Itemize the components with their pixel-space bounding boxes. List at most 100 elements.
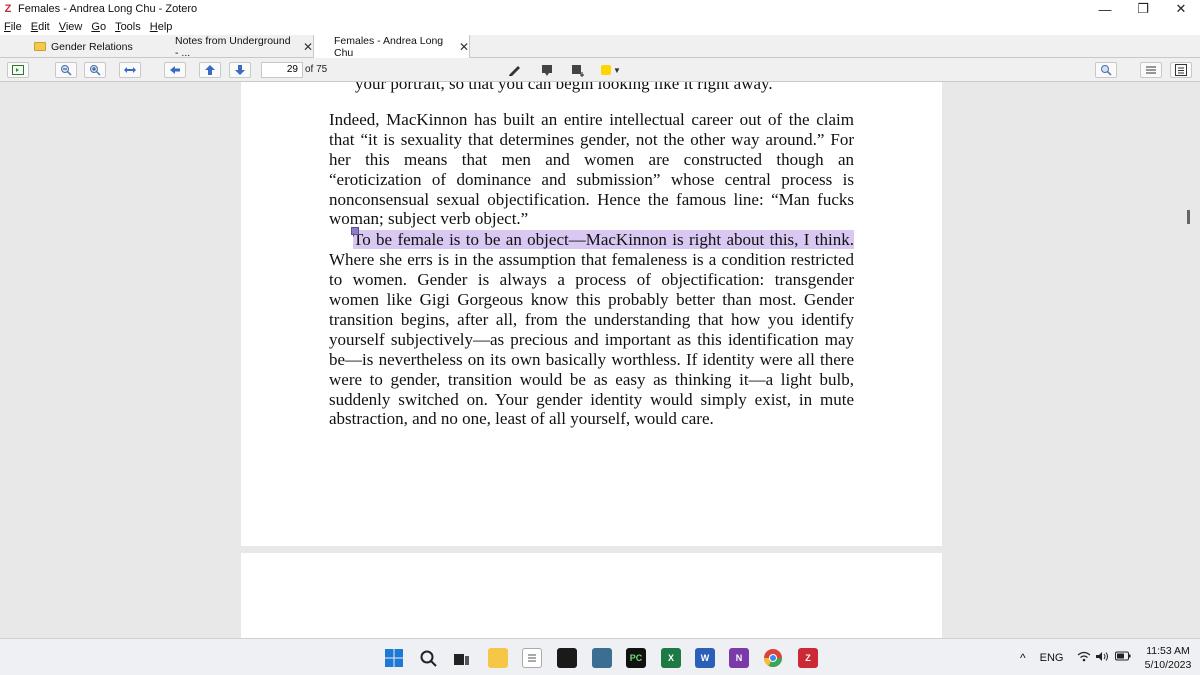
select-area-icon — [572, 65, 584, 77]
text-line: women like Gigi Gorgeous know this proba… — [329, 290, 854, 309]
text-line: be—is nevertheless on its own basically … — [329, 350, 854, 369]
menu-bar: File Edit View Go Tools Help — [0, 18, 1200, 35]
word-icon[interactable]: W — [695, 648, 715, 668]
zoom-in-button[interactable] — [84, 62, 106, 78]
notepad-icon[interactable] — [522, 648, 542, 668]
chevron-down-icon: ▼ — [613, 65, 621, 75]
menu-view[interactable]: View — [59, 21, 83, 33]
page-total-label: of 75 — [305, 64, 328, 75]
text-line: suddenly switched on. Your gender identi… — [329, 390, 854, 409]
zoom-out-icon — [61, 65, 72, 76]
outline-button[interactable] — [1140, 62, 1162, 78]
note-tool-button[interactable] — [536, 62, 558, 78]
wifi-icon[interactable] — [1077, 651, 1091, 665]
clock-time: 11:53 AM — [1146, 645, 1190, 657]
language-indicator[interactable]: ENG — [1040, 652, 1064, 664]
search-icon — [1101, 65, 1112, 76]
reader-toolbar: 29 of 75 ▼ — [0, 58, 1200, 82]
fit-width-icon — [124, 67, 136, 73]
show-hidden-icons-button[interactable]: ^ — [1020, 651, 1026, 665]
windows-logo-icon — [385, 649, 403, 667]
zotero-logo-icon: Z — [4, 3, 12, 15]
arrow-down-icon — [235, 65, 245, 75]
zoom-in-icon — [90, 65, 101, 76]
highlight-tool-button[interactable] — [504, 62, 526, 78]
tab-library[interactable]: Gender Relations — [26, 35, 162, 58]
pycharm-icon[interactable]: PC — [626, 648, 646, 668]
text-line: transition begins, after all, from the u… — [329, 310, 854, 329]
zoom-out-button[interactable] — [55, 62, 77, 78]
text-line: Where she errs is in the assumption that… — [329, 250, 854, 269]
arrow-up-icon — [205, 65, 215, 75]
note-icon — [542, 65, 552, 76]
clock[interactable]: 11:53 AM 5/10/2023 — [1140, 644, 1196, 672]
menu-edit[interactable]: Edit — [31, 21, 50, 33]
highlight-handle[interactable] — [351, 227, 359, 235]
list-icon — [1146, 66, 1156, 74]
system-tray: ^ ENG — [1020, 639, 1131, 675]
title-bar: Z Females - Andrea Long Chu - Zotero — ❐… — [0, 0, 1200, 18]
pen-icon — [509, 66, 520, 76]
clock-date: 5/10/2023 — [1144, 659, 1192, 671]
pdf-page[interactable]: your portrait, so that you can begin loo… — [241, 82, 942, 546]
close-tab-icon[interactable]: ✕ — [459, 40, 469, 54]
restore-button[interactable]: ❐ — [1124, 0, 1162, 18]
next-page-button[interactable] — [229, 62, 251, 78]
text-line: nonconsensual sexual objectification. He… — [329, 190, 854, 209]
back-button[interactable] — [164, 62, 186, 78]
text-line: yourself subjectively—as precious and im… — [329, 330, 854, 349]
menu-help[interactable]: Help — [150, 21, 173, 33]
excel-icon[interactable]: X — [661, 648, 681, 668]
text-line: to women. Gender is always a process of … — [329, 270, 854, 289]
highlight-annotation[interactable]: To be female is to be an object—MacKinno… — [353, 230, 854, 250]
sidebar-icon — [12, 65, 24, 75]
search-button[interactable] — [1095, 62, 1117, 78]
arrow-left-icon — [170, 66, 180, 74]
area-tool-button[interactable] — [566, 62, 588, 78]
file-explorer-icon[interactable] — [488, 648, 508, 668]
chrome-icon[interactable] — [763, 648, 783, 668]
task-view-icon — [454, 654, 469, 665]
toggle-context-pane-button[interactable] — [1170, 62, 1192, 78]
pdf-viewer[interactable]: your portrait, so that you can begin loo… — [0, 82, 1200, 638]
context-pane-icon — [1175, 64, 1187, 76]
volume-icon[interactable] — [1095, 651, 1109, 665]
fit-width-button[interactable] — [119, 62, 141, 78]
terminal-icon[interactable] — [557, 648, 577, 668]
battery-icon[interactable] — [1115, 651, 1131, 664]
text-line: that “it is sexuality that determines ge… — [329, 130, 854, 149]
text-line: “eroticization of dominance and submissi… — [329, 170, 854, 189]
scroll-indicator[interactable] — [1187, 210, 1190, 224]
minimize-button[interactable]: — — [1086, 0, 1124, 18]
color-swatch — [601, 65, 612, 75]
tab-bar: Gender Relations Notes from Underground … — [0, 35, 1200, 59]
text-line: abstraction, and no one, least of all yo… — [329, 409, 714, 428]
previous-page-button[interactable] — [199, 62, 221, 78]
toggle-sidebar-button[interactable] — [7, 62, 29, 78]
text-line: your portrait, so that you can begin loo… — [355, 82, 773, 93]
text-line: woman; subject verb object.” — [329, 209, 529, 228]
menu-go[interactable]: Go — [91, 21, 106, 33]
text-line: her this means that men and women are co… — [329, 150, 854, 169]
window-title: Females - Andrea Long Chu - Zotero — [18, 3, 198, 15]
start-button[interactable] — [384, 648, 404, 668]
zotero-taskbar-icon[interactable]: Z — [798, 648, 818, 668]
text-line: Indeed, MacKinnon has built an entire in… — [329, 110, 854, 129]
pdf-page[interactable] — [241, 553, 942, 638]
close-window-button[interactable]: ✕ — [1162, 0, 1200, 18]
color-picker-button[interactable]: ▼ — [598, 62, 624, 78]
text-line: were to gender, transition would be as e… — [329, 370, 854, 389]
tab-females[interactable]: Females - Andrea Long Chu ✕ — [313, 35, 470, 59]
search-icon — [420, 650, 437, 667]
folder-icon — [34, 42, 46, 51]
page-number-input[interactable]: 29 — [261, 62, 303, 78]
menu-file[interactable]: File — [4, 21, 22, 33]
tab-notes-from-underground[interactable]: Notes from Underground - ... ✕ — [167, 35, 313, 59]
taskbar-search-button[interactable] — [418, 648, 438, 668]
menu-tools[interactable]: Tools — [115, 21, 141, 33]
onenote-icon[interactable]: N — [729, 648, 749, 668]
close-tab-icon[interactable]: ✕ — [303, 40, 313, 54]
taskbar: PC X W N Z ^ ENG 11:53 AM 5/10/2023 — [0, 638, 1200, 675]
remote-desktop-icon[interactable] — [592, 648, 612, 668]
task-view-button[interactable] — [452, 648, 472, 668]
